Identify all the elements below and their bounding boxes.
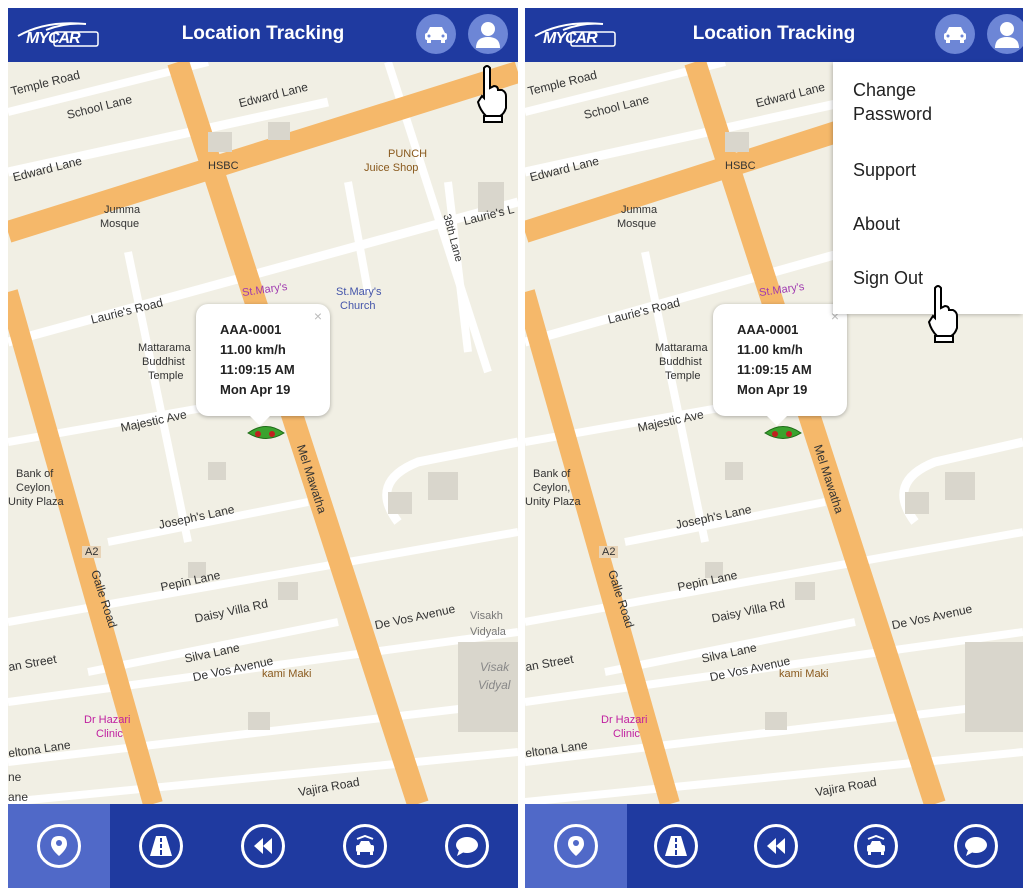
road-icon [665, 836, 687, 856]
map-label: Mattarama [655, 342, 708, 354]
map-label: Mattarama [138, 342, 191, 354]
car-icon [425, 27, 447, 43]
map-label: Clinic [96, 728, 123, 740]
menu-item-change-password-line2[interactable]: Password [853, 104, 932, 125]
map-label: Visakh [470, 610, 503, 622]
location-icon [568, 836, 584, 856]
nav-location[interactable] [8, 804, 110, 888]
car-service-icon [867, 835, 885, 855]
map-label: Vidyala [470, 626, 506, 638]
map-label: Dr Hazari [84, 714, 131, 726]
road-icon [150, 836, 172, 856]
map-label: Unity Plaza [8, 496, 64, 508]
map-label: Bank of [533, 468, 571, 480]
map-label: St.Mary's [336, 286, 382, 298]
map-label: Visak [480, 660, 510, 674]
vehicle-time: 11:09:15 AM [737, 362, 812, 377]
map-label: Temple [148, 370, 184, 382]
user-icon [476, 22, 500, 48]
screen-tracking-menu: MYCAR Location Tracking Temple Road Scho… [525, 8, 1023, 888]
map-label: Jumma [104, 204, 141, 216]
vehicle-date: Mon Apr 19 [220, 382, 291, 397]
map-label: ane [8, 790, 29, 804]
bottom-nav [525, 804, 1023, 888]
bottom-nav [8, 804, 518, 888]
profile-button[interactable] [987, 14, 1023, 54]
vehicle-plate: AAA-0001 [737, 322, 799, 337]
map-label: Buddhist [659, 356, 702, 368]
car-service-icon [356, 835, 374, 855]
vehicle-plate: AAA-0001 [220, 322, 282, 337]
user-icon [995, 22, 1019, 48]
chat-icon [965, 837, 987, 856]
map-label: Church [340, 300, 376, 312]
hand-pointer-icon [474, 64, 510, 129]
car-icon [944, 27, 966, 43]
nav-trips[interactable] [625, 804, 727, 888]
map-view[interactable]: Temple Road School Lane Edward Lane Edwa… [8, 62, 518, 804]
vehicle-speed: 11.00 km/h [737, 342, 803, 357]
nav-messages[interactable] [416, 804, 518, 888]
top-bar: MYCAR Location Tracking [8, 8, 518, 62]
map-label: Unity Plaza [525, 496, 581, 508]
map-label: Vidyal [478, 678, 511, 692]
map-label: Bank of [16, 468, 54, 480]
map-label: PUNCH [388, 148, 428, 160]
map-label: HSBC [208, 160, 239, 172]
map-label: Clinic [613, 728, 640, 740]
nav-location[interactable] [525, 804, 627, 888]
map-label: Mosque [100, 218, 140, 230]
top-bar: MYCAR Location Tracking [525, 8, 1023, 62]
hand-pointer-icon [925, 284, 961, 349]
vehicle-date: Mon Apr 19 [737, 382, 808, 397]
map-label: ne [8, 770, 22, 784]
location-icon [51, 836, 67, 856]
map-label: Buddhist [142, 356, 185, 368]
vehicle-time: 11:09:15 AM [220, 362, 295, 377]
screen-tracking: MYCAR Location Tracking Temple Road Scho… [8, 8, 518, 888]
chat-icon [456, 837, 478, 856]
map-label: Ceylon, [16, 482, 54, 494]
rewind-icon [254, 838, 272, 854]
profile-button[interactable] [468, 14, 508, 54]
map-label: Mosque [617, 218, 657, 230]
popup-close-button[interactable]: × [314, 308, 322, 324]
menu-item-support[interactable]: Support [853, 160, 916, 181]
map-label: kami Maki [262, 668, 312, 680]
map-label: Ceylon, [533, 482, 571, 494]
rewind-icon [767, 838, 785, 854]
nav-playback[interactable] [212, 804, 314, 888]
map-label: A2 [82, 546, 102, 558]
nav-service[interactable] [825, 804, 927, 888]
menu-item-about[interactable]: About [853, 214, 900, 235]
vehicle-info-popup: × AAA-0001 11.00 km/h 11:09:15 AM Mon Ap… [196, 304, 330, 426]
nav-messages[interactable] [925, 804, 1023, 888]
vehicles-button[interactable] [935, 14, 975, 54]
menu-item-change-password[interactable]: Change [853, 80, 916, 101]
nav-service[interactable] [314, 804, 416, 888]
map-label: Jumma [621, 204, 658, 216]
map-label: A2 [599, 546, 619, 558]
vehicle-speed: 11.00 km/h [220, 342, 286, 357]
map-label: kami Maki [779, 668, 829, 680]
vehicle-info-popup: × AAA-0001 11.00 km/h 11:09:15 AM Mon Ap… [713, 304, 847, 426]
nav-playback[interactable] [725, 804, 827, 888]
map-label: HSBC [725, 160, 756, 172]
vehicles-button[interactable] [416, 14, 456, 54]
menu-item-sign-out[interactable]: Sign Out [853, 268, 923, 289]
profile-dropdown-menu: Change Password Support About Sign Out [833, 62, 1023, 314]
map-label: Juice Shop [364, 162, 419, 174]
map-label: Temple [665, 370, 701, 382]
map-label: Dr Hazari [601, 714, 648, 726]
nav-trips[interactable] [110, 804, 212, 888]
